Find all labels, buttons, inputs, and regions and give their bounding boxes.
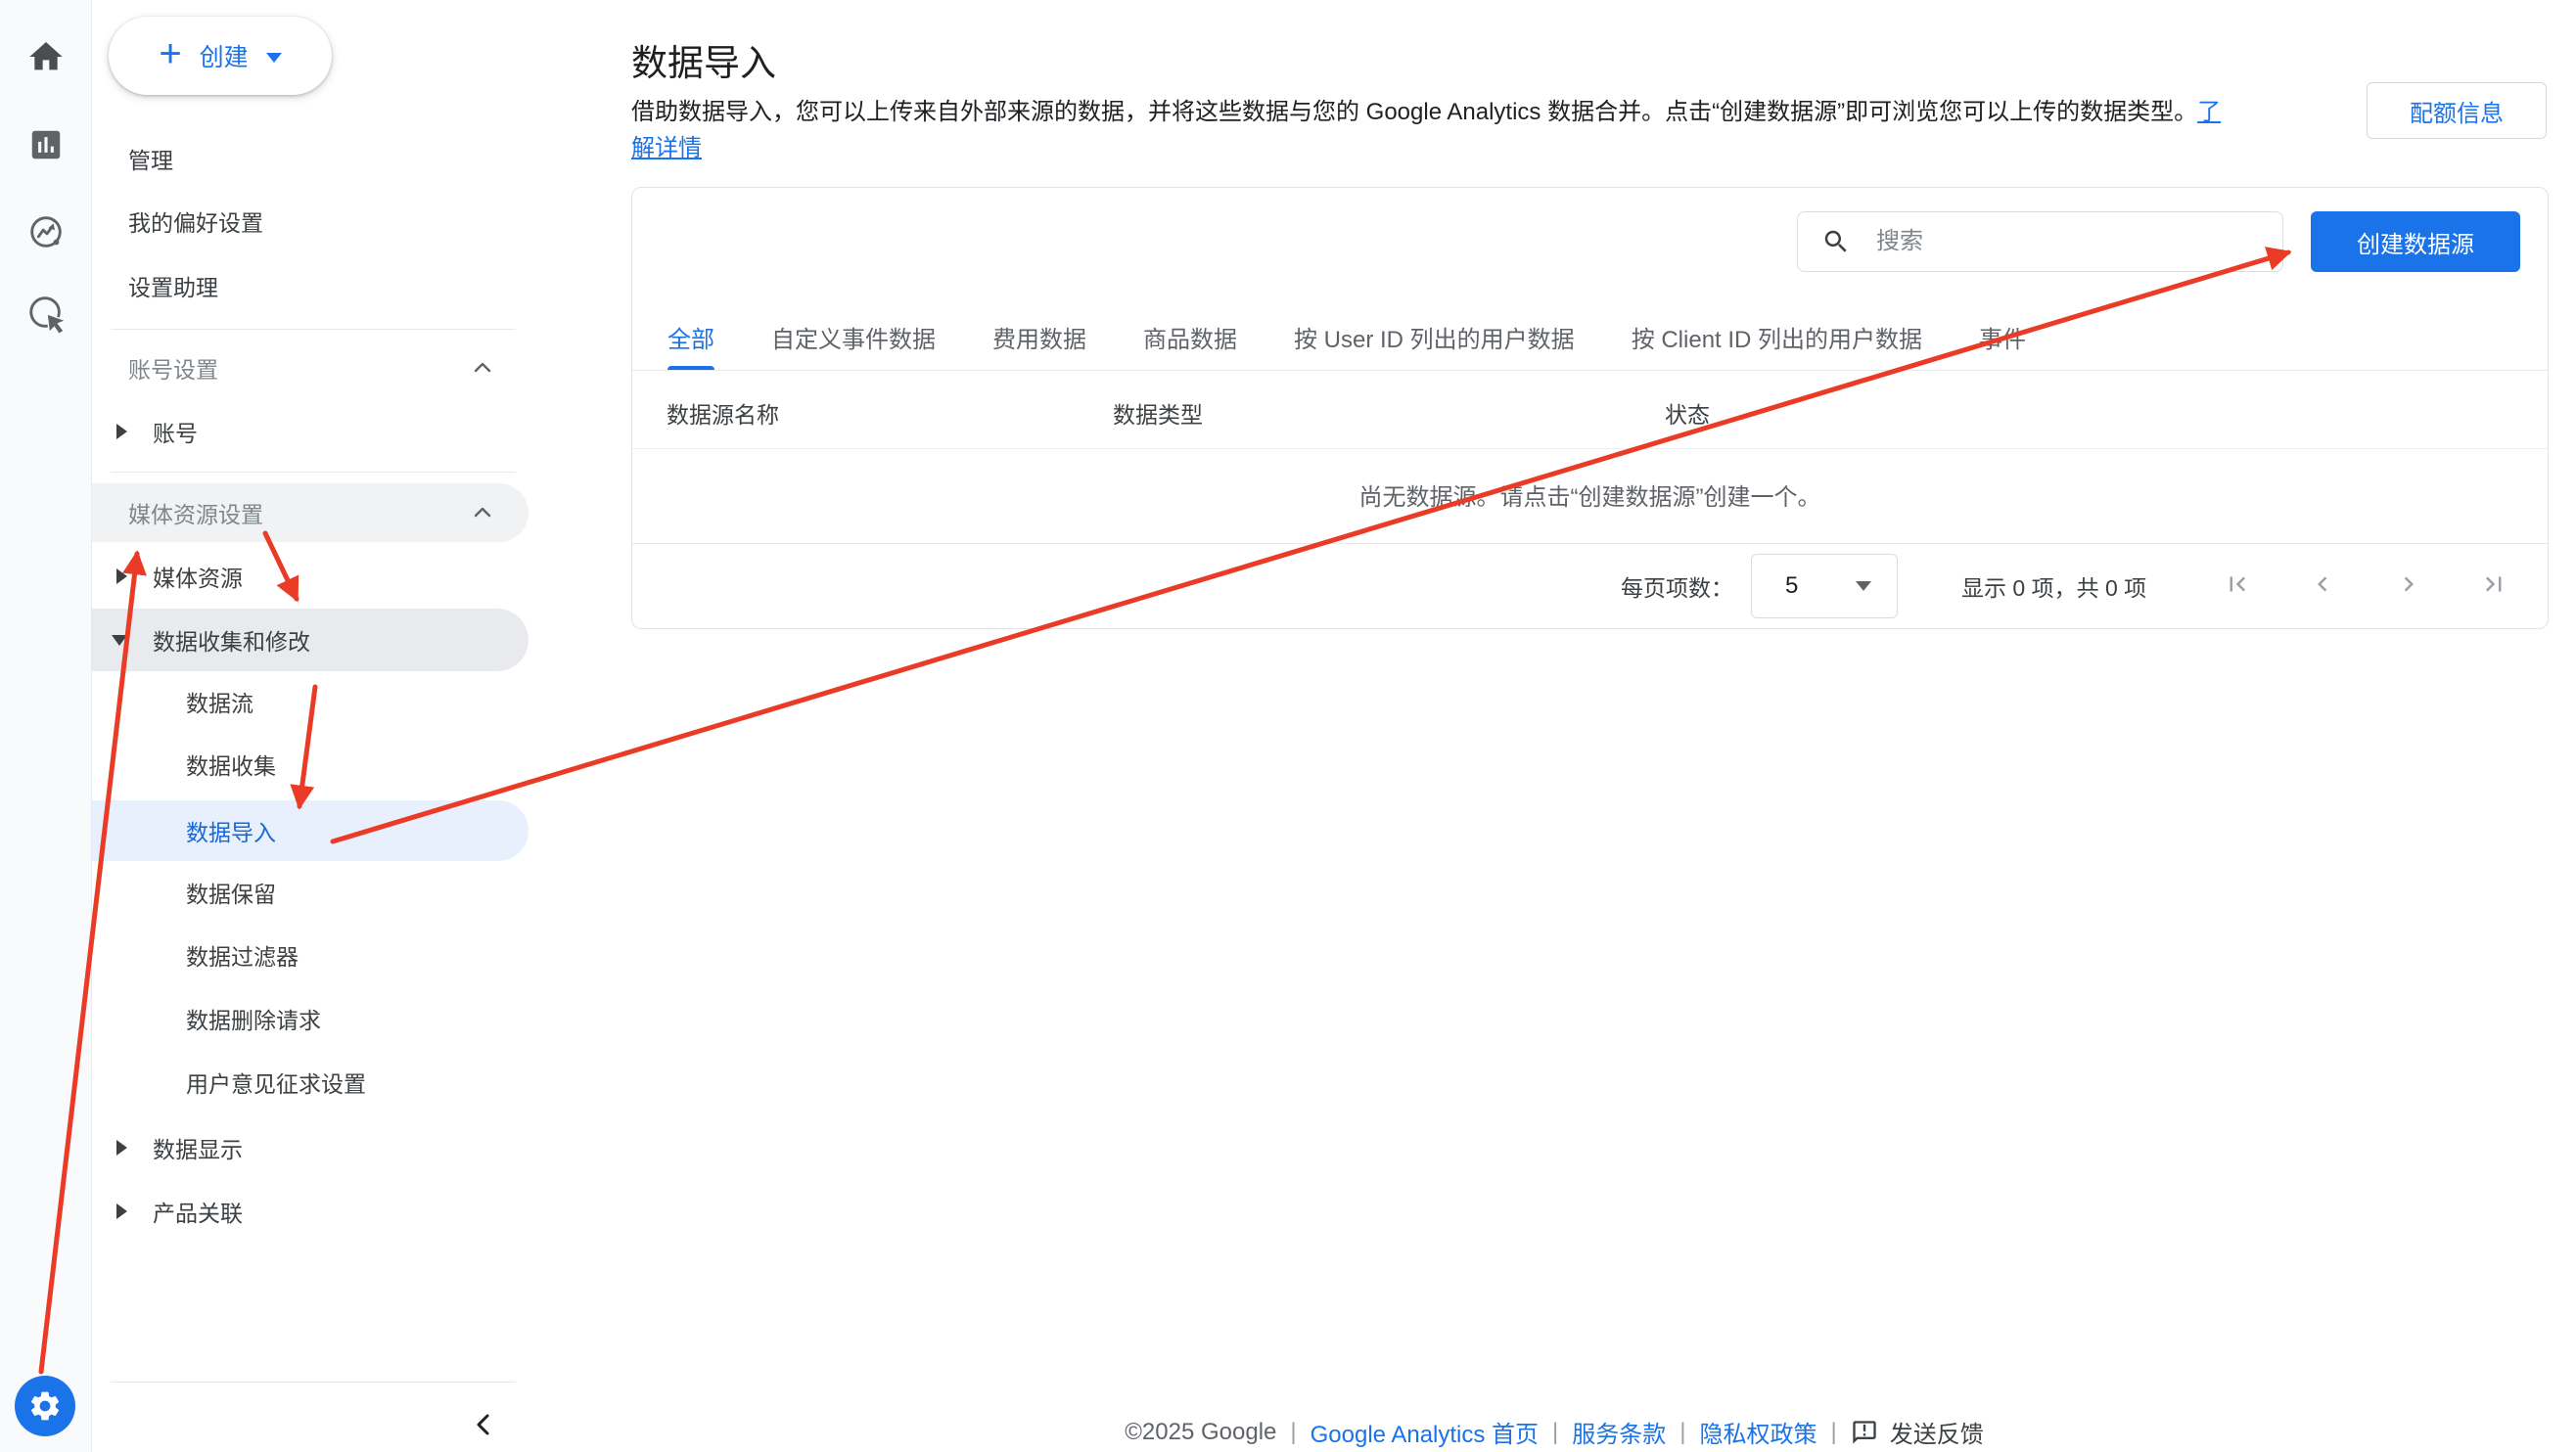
tab-item-data[interactable]: 商品数据 <box>1143 304 1237 370</box>
search-field[interactable] <box>1797 211 2283 272</box>
column-header-status: 状态 <box>1665 381 1710 445</box>
sidebar-item-data-filters[interactable]: 数据过滤器 <box>92 928 529 982</box>
chevron-up-icon <box>472 357 493 379</box>
advertising-icon[interactable] <box>24 292 68 335</box>
chevron-down-icon <box>1856 581 1871 591</box>
reports-icon[interactable] <box>24 123 68 166</box>
sidebar-item-account[interactable]: 账号 <box>92 404 529 459</box>
chevron-up-icon <box>472 502 493 523</box>
create-button-label: 创建 <box>200 38 249 73</box>
column-header-source-name: 数据源名称 <box>667 381 779 445</box>
send-feedback[interactable]: 发送反馈 <box>1851 1415 1984 1449</box>
last-page-button[interactable] <box>2477 567 2510 601</box>
sidebar-item-data-streams[interactable]: 数据流 <box>92 674 529 729</box>
next-page-button[interactable] <box>2392 567 2425 601</box>
search-input[interactable] <box>1876 228 2248 255</box>
sidebar-item-data-collection[interactable]: 数据收集和修改 <box>92 609 529 671</box>
ga4-admin-page: + 创建 管理 我的偏好设置 设置助理 账号设置 账号 媒体资源设置 <box>0 0 2576 1452</box>
sidebar-item-consent-settings[interactable]: 用户意见征求设置 <box>92 1055 529 1110</box>
data-type-tabs: 全部 自定义事件数据 费用数据 商品数据 按 User ID 列出的用户数据 按… <box>667 304 2026 370</box>
page-title: 数据导入 <box>631 33 776 86</box>
sidebar-divider <box>111 329 516 330</box>
footer-link-terms[interactable]: 服务条款 <box>1572 1415 1666 1449</box>
sidebar-item-data-collection-sub[interactable]: 数据收集 <box>92 737 529 792</box>
tab-all[interactable]: 全部 <box>667 304 714 370</box>
section-header-account-settings[interactable]: 账号设置 <box>92 340 529 395</box>
sidebar-item-data-display[interactable]: 数据显示 <box>92 1120 529 1175</box>
rows-per-page-label: 每页项数： <box>1621 569 1733 603</box>
sidebar-item-my-preferences[interactable]: 我的偏好设置 <box>92 194 529 249</box>
empty-state-message: 尚无数据源。请点击“创建数据源”创建一个。 <box>632 477 2548 512</box>
sidebar-item-data-deletion-requests[interactable]: 数据删除请求 <box>92 991 529 1046</box>
home-icon[interactable] <box>24 35 68 78</box>
sidebar-item-data-retention[interactable]: 数据保留 <box>92 865 529 920</box>
tab-custom-event-data[interactable]: 自定义事件数据 <box>771 304 936 370</box>
admin-gear-icon[interactable] <box>15 1376 75 1436</box>
footer-link-ga-home[interactable]: Google Analytics 首页 <box>1311 1415 1539 1449</box>
data-sources-card: 创建数据源 全部 自定义事件数据 费用数据 商品数据 按 User ID 列出的… <box>631 187 2549 629</box>
prev-page-button[interactable] <box>2306 567 2339 601</box>
section-header-property-settings[interactable]: 媒体资源设置 <box>92 483 529 542</box>
pagination-divider <box>632 543 2548 544</box>
tab-user-data-by-client-id[interactable]: 按 Client ID 列出的用户数据 <box>1632 304 1922 370</box>
explore-icon[interactable] <box>24 210 68 253</box>
sidebar-divider <box>111 1382 516 1383</box>
copyright-text: ©2025 Google <box>1125 1419 1276 1446</box>
tabs-divider <box>632 370 2548 371</box>
admin-sidebar: + 创建 管理 我的偏好设置 设置助理 账号设置 账号 媒体资源设置 <box>92 0 532 1452</box>
tab-cost-data[interactable]: 费用数据 <box>992 304 1086 370</box>
sidebar-item-product-links[interactable]: 产品关联 <box>92 1184 529 1239</box>
footer-link-privacy[interactable]: 隐私权政策 <box>1700 1415 1817 1449</box>
page-footer: ©2025 Google | Google Analytics 首页 | 服务条… <box>532 1415 2576 1449</box>
plus-icon: + <box>159 34 181 73</box>
quota-info-button[interactable]: 配额信息 <box>2367 82 2547 139</box>
first-page-button[interactable] <box>2221 567 2254 601</box>
expand-arrow-icon <box>116 568 127 584</box>
page-description: 借助数据导入，您可以上传来自外部来源的数据，并将这些数据与您的 Google A… <box>631 94 2339 166</box>
tab-user-data-by-user-id[interactable]: 按 User ID 列出的用户数据 <box>1294 304 1575 370</box>
create-data-source-button[interactable]: 创建数据源 <box>2311 211 2520 272</box>
sidebar-item-setup-assistant[interactable]: 设置助理 <box>92 258 529 313</box>
nav-rail <box>0 0 92 1452</box>
chevron-down-icon <box>266 53 282 63</box>
page-description-text: 借助数据导入，您可以上传来自外部来源的数据，并将这些数据与您的 Google A… <box>631 99 2197 125</box>
pagination-range-text: 显示 0 项，共 0 项 <box>1961 569 2146 603</box>
tab-event-data[interactable]: 事件 <box>1979 304 2026 370</box>
sidebar-divider <box>111 472 516 473</box>
create-button[interactable]: + 创建 <box>109 17 332 95</box>
search-icon <box>1821 227 1851 256</box>
sidebar-item-admin[interactable]: 管理 <box>92 131 529 186</box>
collapse-arrow-icon <box>112 635 127 646</box>
expand-arrow-icon <box>116 1203 127 1219</box>
sidebar-item-property[interactable]: 媒体资源 <box>92 549 529 604</box>
rows-per-page-select[interactable]: 5 <box>1751 554 1898 618</box>
table-header-divider <box>632 448 2548 449</box>
expand-arrow-icon <box>116 424 127 439</box>
feedback-icon <box>1851 1419 1878 1446</box>
collapse-sidebar-icon[interactable] <box>468 1409 499 1440</box>
column-header-data-type: 数据类型 <box>1113 381 1203 445</box>
sidebar-item-data-import-selected[interactable]: 数据导入 <box>92 800 529 861</box>
expand-arrow-icon <box>116 1140 127 1156</box>
